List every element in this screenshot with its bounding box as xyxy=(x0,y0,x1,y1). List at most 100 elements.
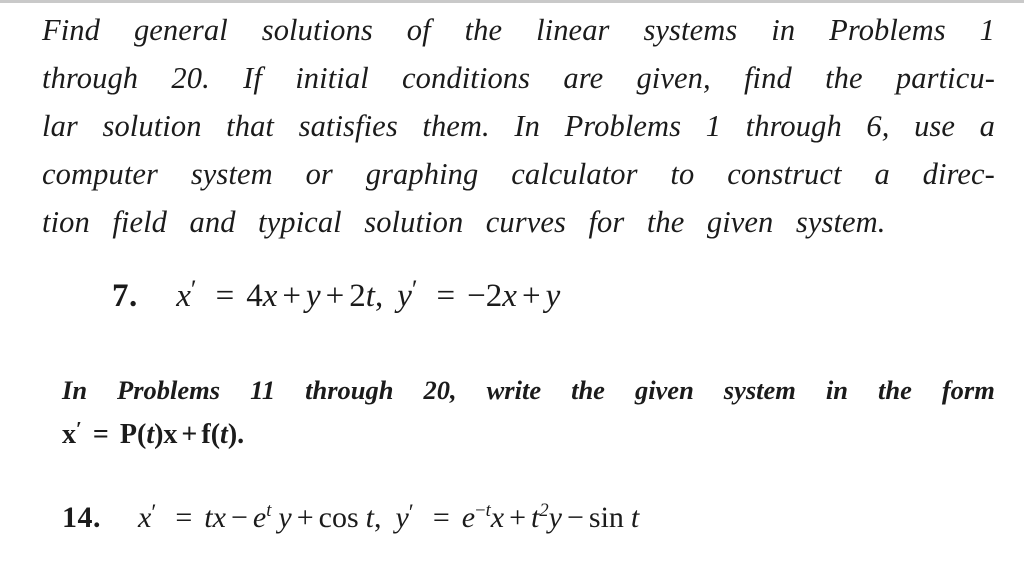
equals-sign: = xyxy=(175,501,193,534)
problem-14: 14. x′ = tx − et y + cos t, y′ = e−tx + t2y − sin t xyxy=(62,492,639,539)
instruction-line-1: In Problems 11 through 20, write the giv… xyxy=(62,373,995,407)
equals-sign: = xyxy=(92,419,109,450)
equals-sign: = xyxy=(215,278,235,314)
minus-sign: − xyxy=(230,501,248,534)
plus-sign: + xyxy=(296,501,314,534)
intro-word: to xyxy=(670,157,695,191)
exponent-negative-t: −t xyxy=(475,500,491,521)
intro-word: satisfies xyxy=(298,109,398,143)
vector-x: x xyxy=(163,419,178,450)
intro-word: typical xyxy=(258,205,342,239)
instruction-word: form xyxy=(941,375,995,405)
intro-word: use xyxy=(914,109,956,143)
prime-mark: ′ xyxy=(411,275,418,304)
intro-word: given xyxy=(706,205,774,239)
intro-word: graphing xyxy=(365,157,479,191)
intro-word: In xyxy=(514,109,540,143)
intro-word: linear xyxy=(536,13,610,47)
instruction-block: In Problems 11 through 20, write the giv… xyxy=(62,373,995,455)
intro-word: calculator xyxy=(511,157,638,191)
instruction-formula: x′ = P(t)x + f(t). xyxy=(62,409,995,455)
intro-word: that xyxy=(226,109,275,143)
comma: , xyxy=(373,501,382,534)
instruction-word: 11 xyxy=(250,375,276,405)
intro-line-1: Find general solutions of the linear sys… xyxy=(42,6,995,54)
open-paren: ( xyxy=(210,419,221,450)
intro-word: systems xyxy=(643,13,738,47)
instruction-word: In xyxy=(62,375,88,405)
plus-sign: + xyxy=(509,501,526,534)
prime-mark: ′ xyxy=(76,417,82,441)
intro-word: given, xyxy=(636,61,711,95)
euler-e: e xyxy=(461,501,476,534)
instruction-word: write xyxy=(486,375,542,405)
intro-word: in xyxy=(771,13,796,47)
coefficient-2: 2 xyxy=(349,278,366,314)
variable-t: t xyxy=(365,278,375,314)
intro-word: system xyxy=(190,157,273,191)
equals-sign: = xyxy=(436,278,456,314)
minus-sign: − xyxy=(566,501,584,534)
variable-y: y xyxy=(395,501,409,534)
intro-word: a xyxy=(874,157,890,191)
minus-sign: − xyxy=(467,278,486,314)
intro-word: are xyxy=(563,61,604,95)
intro-word: the xyxy=(825,61,863,95)
instruction-word: the xyxy=(571,375,605,405)
exponent-t: t xyxy=(266,500,272,521)
variable-t: t xyxy=(204,501,213,534)
equals-sign: = xyxy=(432,501,450,534)
intro-word: and xyxy=(189,205,236,239)
plus-sign: + xyxy=(521,278,541,314)
intro-word: the xyxy=(464,13,503,47)
prime-mark: ′ xyxy=(190,275,197,304)
variable-x: x xyxy=(212,501,226,534)
intro-word: system. xyxy=(795,205,886,239)
intro-word: curves xyxy=(485,205,566,239)
instruction-word: system xyxy=(723,375,796,405)
plus-sign: + xyxy=(282,278,301,314)
intro-word: initial xyxy=(295,61,369,95)
prime-mark: ′ xyxy=(151,500,157,525)
exponent-2: 2 xyxy=(539,500,549,521)
variable-x: x xyxy=(490,501,505,534)
plus-sign: + xyxy=(325,278,345,314)
intro-word: 1 xyxy=(979,13,995,47)
instruction-word: in xyxy=(825,375,849,405)
instruction-word: the xyxy=(878,375,912,405)
intro-line-3: lar solution that satisfies them. In Pro… xyxy=(42,102,995,150)
scanned-page: Find general solutions of the linear sys… xyxy=(0,0,1024,576)
intro-word: general xyxy=(133,13,228,47)
intro-word: conditions xyxy=(402,61,531,95)
intro-word: Problems xyxy=(829,13,946,47)
intro-word: particu- xyxy=(895,61,995,95)
intro-word: Find xyxy=(42,13,101,47)
intro-word: computer xyxy=(42,157,158,191)
intro-line-2: through 20. If initial conditions are gi… xyxy=(42,54,995,102)
intro-word: direc- xyxy=(922,157,995,191)
variable-y: y xyxy=(548,501,562,534)
problem-7: 7. x′ = 4x + y +2t, y′ = −2x + y xyxy=(112,268,560,318)
intro-word: If xyxy=(243,61,262,95)
intro-word: field xyxy=(112,205,168,239)
intro-word: solution xyxy=(102,109,202,143)
intro-paragraph: Find general solutions of the linear sys… xyxy=(42,6,995,246)
intro-word: 6, xyxy=(866,109,890,143)
intro-word: 1 xyxy=(705,109,722,143)
close-paren: ) xyxy=(227,419,238,450)
intro-word: of xyxy=(406,13,431,47)
variable-y: y xyxy=(278,501,292,534)
variable-y: y xyxy=(397,278,412,314)
top-divider-rule xyxy=(0,0,1024,3)
intro-word: lar xyxy=(42,109,78,143)
exponent-minus-sign: − xyxy=(475,500,486,521)
matrix-P: P xyxy=(119,419,137,450)
intro-word: through xyxy=(745,109,842,143)
intro-word: for xyxy=(588,205,625,239)
comma: , xyxy=(374,278,384,314)
intro-line-5: tion field and typical solution curves f… xyxy=(42,198,995,246)
variable-x: x xyxy=(138,501,152,534)
intro-word: Problems xyxy=(564,109,682,143)
prime-mark: ′ xyxy=(408,500,414,525)
open-paren: ( xyxy=(136,419,147,450)
